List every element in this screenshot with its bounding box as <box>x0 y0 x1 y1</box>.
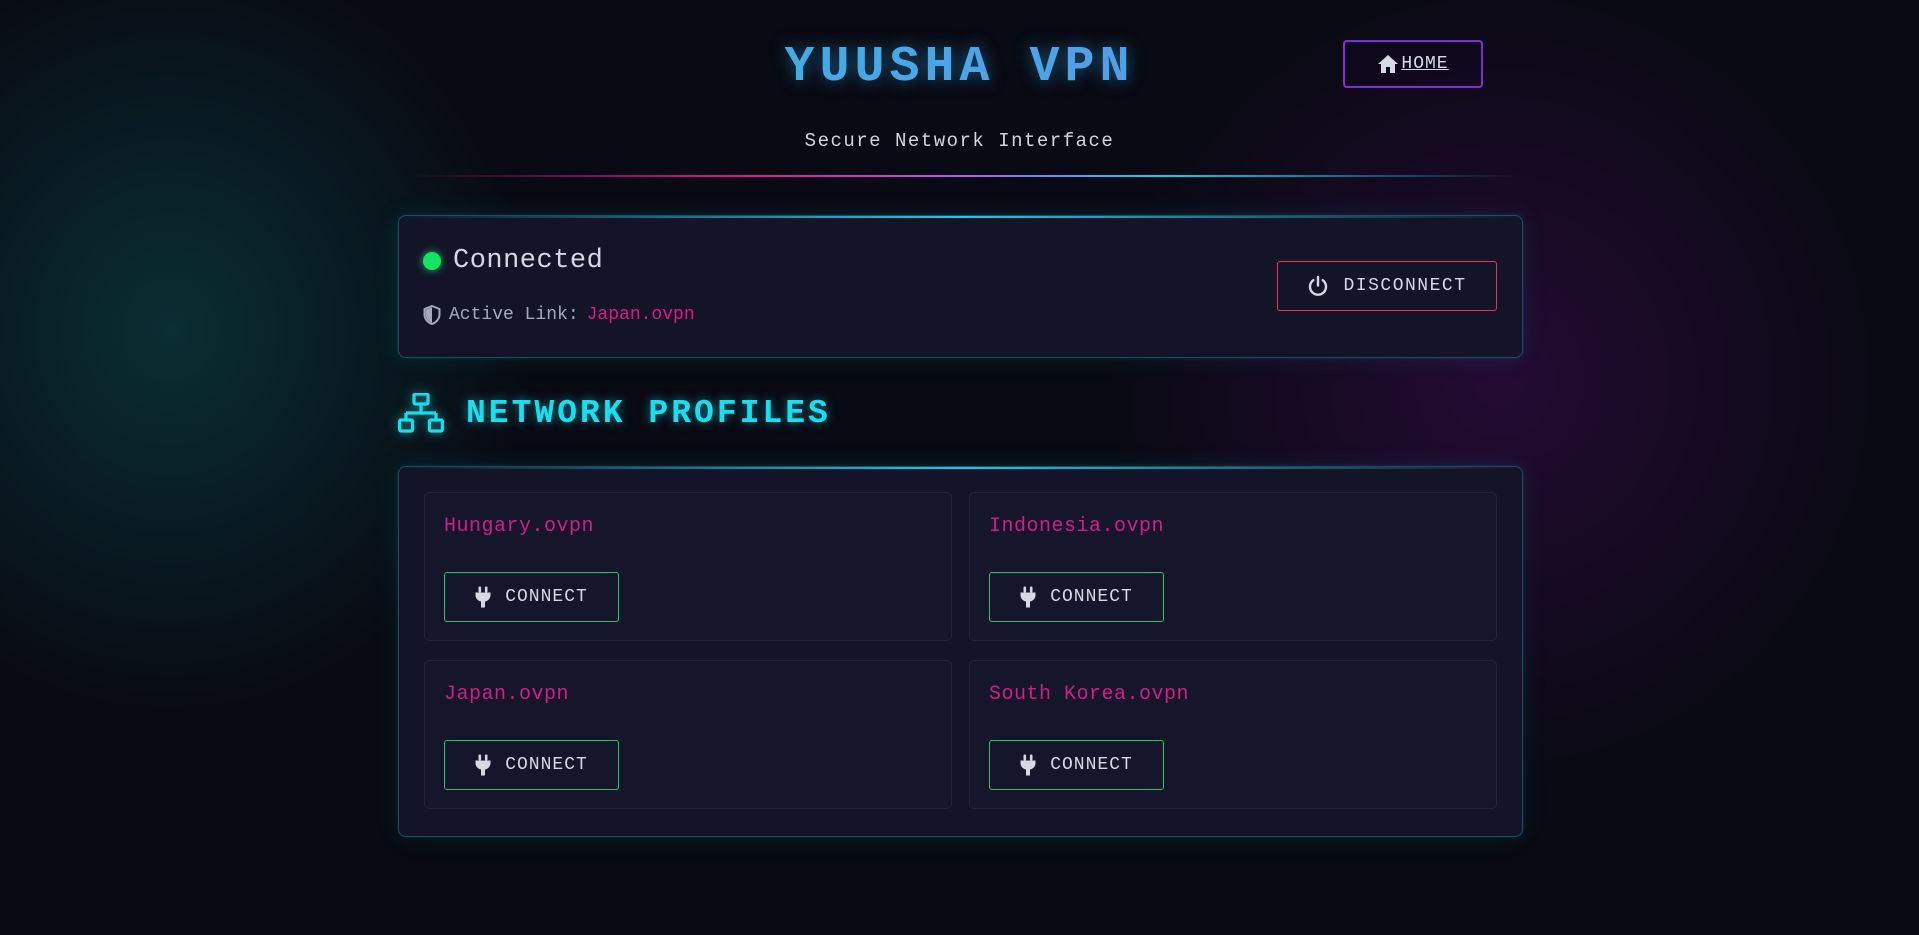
connect-button[interactable]: CONNECT <box>989 572 1164 622</box>
power-icon <box>1307 275 1329 297</box>
profile-card: South Korea.ovpn CONNECT <box>969 660 1497 809</box>
connect-button[interactable]: CONNECT <box>444 572 619 622</box>
connect-button[interactable]: CONNECT <box>444 740 619 790</box>
home-button[interactable]: HOME <box>1343 40 1483 88</box>
profile-name: Indonesia.ovpn <box>989 515 1165 538</box>
network-icon <box>398 393 444 433</box>
home-icon <box>1377 54 1399 74</box>
network-profiles-panel: Hungary.ovpn CONNECT Indonesia.ovpn CONN… <box>398 466 1523 837</box>
profile-name: Japan.ovpn <box>444 683 570 706</box>
home-button-label: HOME <box>1401 54 1449 74</box>
disconnect-button-label: DISCONNECT <box>1343 276 1467 296</box>
connect-button-label: CONNECT <box>505 755 588 775</box>
plug-icon <box>475 586 491 608</box>
profile-card: Hungary.ovpn CONNECT <box>424 492 952 641</box>
connection-status: Connected <box>423 246 603 276</box>
plug-icon <box>1020 586 1036 608</box>
app-title: YUUSHA VPN <box>0 36 1919 100</box>
profile-card: Indonesia.ovpn CONNECT <box>969 492 1497 641</box>
section-title: NETWORK PROFILES <box>466 394 831 432</box>
connect-button-label: CONNECT <box>505 587 588 607</box>
connection-state-text: Connected <box>453 246 604 276</box>
profile-card: Japan.ovpn CONNECT <box>424 660 952 809</box>
profile-name: Hungary.ovpn <box>444 515 595 538</box>
connect-button-label: CONNECT <box>1050 755 1133 775</box>
page-subtitle: Secure Network Interface <box>804 130 1115 152</box>
shield-icon <box>423 305 441 325</box>
header-divider <box>410 175 1520 177</box>
profile-grid: Hungary.ovpn CONNECT Indonesia.ovpn CONN… <box>424 492 1497 809</box>
plug-icon <box>1020 754 1036 776</box>
profile-name: South Korea.ovpn <box>989 683 1190 706</box>
active-link-row: Active Link: Japan.ovpn <box>423 305 695 325</box>
network-profiles-heading: NETWORK PROFILES <box>398 393 831 433</box>
active-link-label: Active Link: <box>449 305 579 325</box>
status-indicator-dot <box>423 252 441 270</box>
connect-button[interactable]: CONNECT <box>989 740 1164 790</box>
active-link-value: Japan.ovpn <box>586 305 695 325</box>
disconnect-button[interactable]: DISCONNECT <box>1277 261 1497 311</box>
plug-icon <box>475 754 491 776</box>
connect-button-label: CONNECT <box>1050 587 1133 607</box>
connection-status-panel: Connected Active Link: Japan.ovpn DISCON… <box>398 215 1523 358</box>
